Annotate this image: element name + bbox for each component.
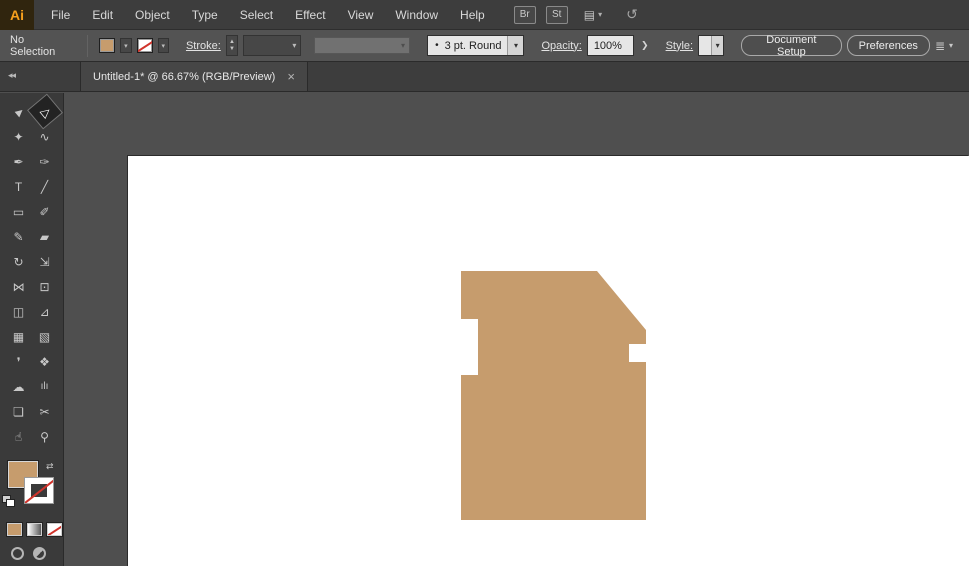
menu-edit[interactable]: Edit (81, 0, 124, 29)
color-mode-button[interactable] (7, 523, 22, 536)
main-area: ► ▷ ✦ ∿ ✒ ✑ T ╱ ▭ ✐ ✎ ▰ ↻ ⇲ ⋈ ⊡ ◫ ⊿ ▦ ▧ … (0, 93, 969, 566)
draw-mode-buttons (0, 536, 63, 560)
collapse-panels-icon[interactable]: ◂◂ (8, 70, 16, 81)
menu-select[interactable]: Select (229, 0, 284, 29)
stroke-dropdown-icon[interactable]: ▾ (157, 38, 169, 53)
style-combo[interactable]: ▾ (698, 35, 725, 56)
gradient-tool[interactable]: ▧ (32, 324, 58, 349)
workspace-icon: ▤ (583, 7, 596, 22)
curvature-tool[interactable]: ✑ (32, 149, 58, 174)
artwork-svg (461, 271, 646, 520)
panel-menu[interactable]: ≣ ▾ (935, 39, 953, 53)
menu-bar: Ai File Edit Object Type Select Effect V… (0, 0, 969, 30)
control-bar: No Selection ▾ ▾ Stroke: ▲ ▼ ▾ ▾ • 3 pt.… (0, 30, 969, 62)
width-profile-combo: ▾ (314, 37, 411, 54)
paintbrush-tool[interactable]: ✐ (32, 199, 58, 224)
stroke-color-swatch[interactable] (136, 38, 153, 53)
artwork-shape[interactable] (461, 271, 646, 520)
style-label[interactable]: Style: (666, 40, 694, 52)
zoom-tool[interactable]: ⚲ (32, 424, 58, 449)
pen-tool[interactable]: ✒ (6, 149, 32, 174)
artboard[interactable] (128, 156, 969, 566)
chevron-down-icon: ▾ (401, 41, 406, 50)
draw-normal-icon[interactable] (11, 547, 24, 560)
hand-tool[interactable]: ☝ (6, 424, 32, 449)
document-tab-bar: ◂◂ Untitled-1* @ 66.67% (RGB/Preview) × (0, 62, 969, 92)
tool-grid: ► ▷ ✦ ∿ ✒ ✑ T ╱ ▭ ✐ ✎ ▰ ↻ ⇲ ⋈ ⊡ ◫ ⊿ ▦ ▧ … (0, 93, 63, 449)
fill-stroke-indicator: ⇄ (0, 461, 64, 511)
brush-definition-combo[interactable]: • 3 pt. Round ▾ (427, 35, 525, 56)
rectangle-tool[interactable]: ▭ (6, 199, 32, 224)
none-mode-button[interactable] (47, 523, 62, 536)
menu-effect[interactable]: Effect (284, 0, 336, 29)
app-logo: Ai (0, 0, 34, 30)
chevron-down-icon: ▾ (598, 10, 603, 19)
fill-color-swatch[interactable] (99, 38, 116, 53)
appbar-right: Br St ▤ ▾ ↺ (513, 5, 638, 24)
mesh-tool[interactable]: ▦ (6, 324, 32, 349)
opacity-panel-icon[interactable]: ❯ (641, 40, 649, 51)
bridge-button[interactable]: Br (513, 5, 536, 24)
blend-tool[interactable]: ❖ (32, 349, 58, 374)
document-tab-title: Untitled-1* @ 66.67% (RGB/Preview) (93, 70, 276, 83)
rotate-tool[interactable]: ↻ (6, 249, 32, 274)
menu-view[interactable]: View (337, 0, 385, 29)
tools-panel: ► ▷ ✦ ∿ ✒ ✑ T ╱ ▭ ✐ ✎ ▰ ↻ ⇲ ⋈ ⊡ ◫ ⊿ ▦ ▧ … (0, 93, 64, 566)
chevron-down-icon[interactable]: ▾ (507, 36, 524, 55)
stroke-indicator[interactable] (24, 477, 54, 504)
scale-tool[interactable]: ⇲ (32, 249, 58, 274)
divider (87, 34, 89, 57)
default-fill-stroke-icon[interactable] (2, 495, 16, 508)
panel-lines-icon: ≣ (934, 38, 945, 53)
workspace-switcher[interactable]: ▤ ▾ (584, 8, 602, 22)
menu-file[interactable]: File (40, 0, 81, 29)
color-mode-buttons (0, 511, 63, 536)
free-transform-tool[interactable]: ⊡ (32, 274, 58, 299)
spin-down-icon: ▼ (228, 45, 235, 52)
perspective-grid-tool[interactable]: ⊿ (32, 299, 58, 324)
chevron-down-icon[interactable]: ▾ (711, 36, 724, 55)
spin-up-icon: ▲ (228, 38, 235, 45)
gradient-mode-button[interactable] (27, 523, 42, 536)
menu-type[interactable]: Type (181, 0, 229, 29)
stroke-weight-label[interactable]: Stroke: (186, 40, 221, 52)
shaper-tool[interactable]: ✎ (6, 224, 32, 249)
brush-name: 3 pt. Round (444, 39, 502, 52)
line-segment-tool[interactable]: ╱ (32, 174, 58, 199)
stroke-weight-stepper[interactable]: ▲ ▼ (225, 35, 239, 56)
column-graph-tool[interactable]: ılı (32, 374, 58, 399)
selection-status: No Selection (10, 33, 56, 58)
eyedropper-tool[interactable]: ❜ (6, 349, 32, 374)
fill-dropdown-icon[interactable]: ▾ (120, 38, 132, 53)
width-tool[interactable]: ⋈ (6, 274, 32, 299)
eraser-tool[interactable]: ▰ (32, 224, 58, 249)
slice-tool[interactable]: ✂ (32, 399, 58, 424)
canvas (64, 93, 969, 566)
preferences-button[interactable]: Preferences (846, 35, 930, 56)
menu-window[interactable]: Window (384, 0, 449, 29)
default-stroke-square (6, 499, 15, 507)
menu-object[interactable]: Object (124, 0, 181, 29)
swap-fill-stroke-icon[interactable]: ⇄ (46, 461, 54, 472)
shape-builder-tool[interactable]: ◫ (6, 299, 32, 324)
artboard-tool[interactable]: ❏ (6, 399, 32, 424)
symbol-sprayer-tool[interactable]: ☁ (6, 374, 32, 399)
menu-items: File Edit Object Type Select Effect View… (40, 0, 496, 29)
chevron-down-icon: ▾ (292, 41, 297, 50)
document-setup-button[interactable]: Document Setup (741, 34, 842, 58)
stroke-weight-combo[interactable]: ▾ (243, 35, 302, 56)
menu-help[interactable]: Help (449, 0, 496, 29)
tab-close-icon[interactable]: × (287, 69, 295, 84)
draw-behind-icon[interactable] (33, 547, 46, 560)
opacity-input[interactable]: 100% (586, 35, 635, 56)
document-tab[interactable]: Untitled-1* @ 66.67% (RGB/Preview) × (80, 62, 308, 91)
stock-button[interactable]: St (545, 5, 568, 24)
opacity-label[interactable]: Opacity: (541, 40, 581, 52)
chevron-down-icon: ▾ (949, 41, 954, 50)
touch-workspace-icon[interactable]: ↺ (626, 6, 638, 23)
type-tool[interactable]: T (6, 174, 32, 199)
